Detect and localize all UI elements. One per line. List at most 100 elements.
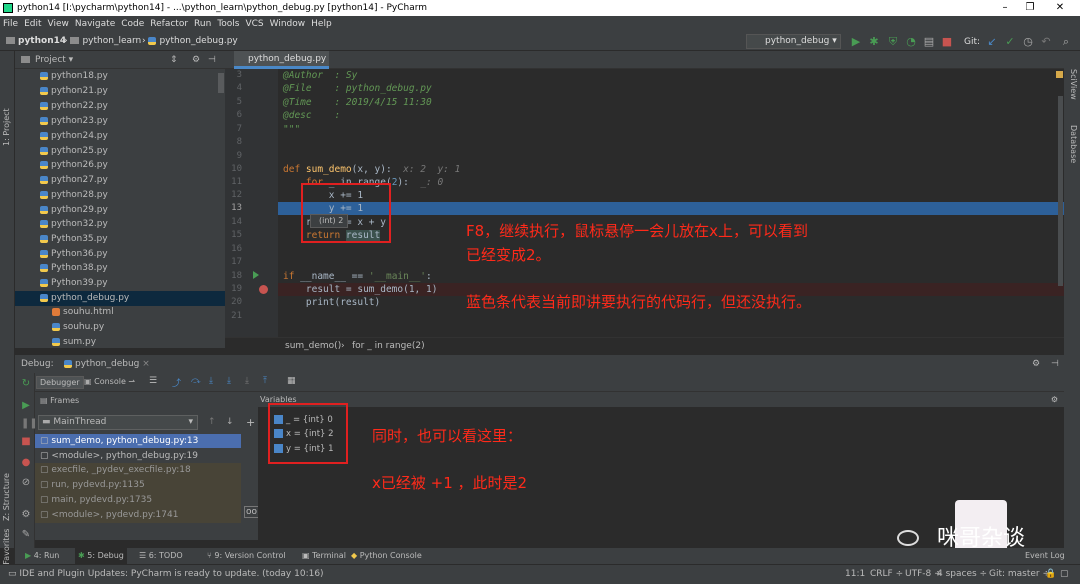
rerun-icon[interactable]: ↻	[21, 379, 31, 389]
previous-frame-icon[interactable]: ↑	[208, 417, 216, 427]
project-view-select[interactable]: Project ▾	[35, 51, 73, 69]
breadcrumb-folder[interactable]: › python_learn	[64, 32, 141, 51]
breadcrumb-loop[interactable]: for _ in range(2)	[352, 338, 425, 355]
show-execution-point-icon[interactable]: ⤴	[172, 376, 181, 389]
menu-navigate[interactable]: Navigate	[72, 16, 118, 32]
tab-run[interactable]: ▶ 4: Run	[25, 548, 59, 564]
breadcrumb-function[interactable]: sum_demo()	[285, 338, 341, 355]
vcs-commit-icon[interactable]: ✓	[1004, 36, 1016, 48]
debug-config-tab[interactable]: python_debug ×	[64, 355, 150, 374]
editor-scrollbar[interactable]	[1058, 96, 1063, 286]
tree-file-python28[interactable]: python28.py	[40, 188, 108, 203]
event-log-button[interactable]: Event Log	[1025, 548, 1065, 564]
step-over-icon[interactable]: ⤼	[191, 376, 201, 386]
gear-icon[interactable]: ⚙	[1032, 355, 1040, 374]
menu-tools[interactable]: Tools	[214, 16, 242, 32]
force-step-into-icon[interactable]: ⤓	[245, 376, 249, 386]
breakpoint-icon[interactable]	[259, 285, 268, 294]
tab-todo[interactable]: ☰ 6: TODO	[139, 548, 183, 564]
git-branch[interactable]: Git: master ÷	[989, 565, 1050, 583]
menu-refactor[interactable]: Refactor	[147, 16, 191, 32]
run-icon[interactable]: ▶	[850, 36, 862, 48]
resume-icon[interactable]: ▶	[21, 401, 31, 411]
tree-file-python39[interactable]: Python39.py	[40, 276, 108, 291]
pause-icon[interactable]: ❚❚	[21, 419, 38, 429]
tree-file-python29[interactable]: python29.py	[40, 203, 108, 218]
maximize-button[interactable]: ❐	[1015, 0, 1045, 16]
indent-setting[interactable]: 4 spaces ÷	[937, 565, 987, 583]
frame-item[interactable]: ▢ run, pydevd.py:1135	[40, 478, 145, 492]
database-tool-label[interactable]: Database	[1069, 125, 1078, 163]
tree-file-python24[interactable]: python24.py	[40, 129, 108, 144]
menu-file[interactable]: File	[0, 16, 21, 32]
menu-view[interactable]: View	[45, 16, 72, 32]
tree-file-python25[interactable]: python25.py	[40, 144, 108, 159]
run-config-select[interactable]: python_debug ▾	[746, 34, 841, 49]
vcs-update-icon[interactable]: ↙	[986, 36, 998, 48]
close-button[interactable]: ✕	[1045, 0, 1075, 16]
view-breakpoints-icon[interactable]: ●	[21, 458, 31, 468]
project-scrollbar[interactable]	[218, 73, 224, 93]
settings-icon[interactable]: ⚙	[1051, 392, 1058, 407]
frame-item[interactable]: ▢ <module>, python_debug.py:19	[40, 449, 198, 463]
hide-icon[interactable]: ⊣	[208, 51, 216, 69]
run-gutter-icon[interactable]	[253, 271, 259, 279]
menu-edit[interactable]: Edit	[21, 16, 44, 32]
debug-icon[interactable]: ✱	[868, 36, 880, 48]
tree-file-sum[interactable]: sum.py	[52, 335, 96, 350]
tree-file-python23[interactable]: python23.py	[40, 114, 108, 129]
tree-file-python18[interactable]: python18.py	[40, 69, 108, 84]
layout-icon[interactable]: ☰	[149, 376, 157, 386]
vcs-rollback-icon[interactable]: ↶	[1040, 36, 1052, 48]
structure-tool-label[interactable]: Z: Structure	[2, 473, 11, 521]
new-watch-icon[interactable]: +	[246, 416, 255, 429]
tree-file-souhu-py[interactable]: souhu.py	[52, 320, 104, 335]
profile-icon[interactable]: ◔	[905, 36, 917, 48]
tab-debugger[interactable]: Debugger	[36, 376, 84, 389]
glasses-icon[interactable]: oo	[244, 506, 260, 518]
tab-debug[interactable]: ✱ 5: Debug	[75, 548, 127, 564]
thread-select[interactable]: ▬ MainThread ▾	[38, 415, 198, 430]
tree-file-python27[interactable]: python27.py	[40, 173, 108, 188]
tab-console[interactable]: ▣ Console ⇀	[84, 377, 135, 386]
frame-item[interactable]: ▢ execfile, _pydev_execfile.py:18	[40, 463, 191, 477]
menu-vcs[interactable]: VCS	[242, 16, 266, 32]
evaluate-expression-icon[interactable]: ▦	[287, 376, 296, 386]
project-tool-label[interactable]: 1: Project	[2, 108, 11, 146]
stop-icon[interactable]: ■	[941, 36, 953, 48]
tree-file-python21[interactable]: python21.py	[40, 84, 108, 99]
search-everywhere-icon[interactable]: ⌕	[1060, 36, 1072, 48]
close-tab-icon[interactable]: ×	[142, 359, 150, 369]
status-message[interactable]: ▭ IDE and Plugin Updates: PyCharm is rea…	[8, 565, 324, 583]
next-frame-icon[interactable]: ↓	[226, 417, 234, 427]
stop-debug-icon[interactable]: ■	[21, 437, 31, 447]
menu-run[interactable]: Run	[191, 16, 214, 32]
step-into-icon[interactable]: ⤓	[209, 376, 213, 386]
step-into-my-code-icon[interactable]: ⤓	[227, 376, 231, 386]
menu-help[interactable]: Help	[308, 16, 335, 32]
frame-item[interactable]: ▢ sum_demo, python_debug.py:13	[40, 434, 198, 448]
tree-file-souhu-html[interactable]: souhu.html	[52, 305, 114, 320]
sciview-tool-label[interactable]: SciView	[1069, 69, 1078, 100]
tree-file-python38[interactable]: Python38.py	[40, 261, 108, 276]
tab-version-control[interactable]: ⑂ 9: Version Control	[207, 548, 286, 564]
frame-item[interactable]: ▢ main, pydevd.py:1735	[40, 493, 152, 507]
mute-breakpoints-icon[interactable]: ⊘	[21, 478, 31, 488]
concurrency-icon[interactable]: ▤	[923, 36, 935, 48]
tree-file-python22[interactable]: python22.py	[40, 99, 108, 114]
tree-file-python35[interactable]: Python35.py	[40, 232, 108, 247]
tab-python-debug[interactable]: python_debug.py ×	[234, 51, 329, 80]
inspection-status-icon[interactable]	[1056, 71, 1063, 78]
collapse-icon[interactable]: ⇕	[170, 51, 178, 69]
pin-icon[interactable]: ✎	[21, 530, 31, 540]
step-out-icon[interactable]: ⤒	[263, 376, 267, 386]
breadcrumb-file[interactable]: › python_debug.py	[142, 32, 238, 51]
gear-icon[interactable]: ⚙	[192, 51, 200, 69]
coverage-icon[interactable]: ⛨	[887, 36, 899, 48]
settings-icon[interactable]: ⚙	[21, 510, 31, 520]
hide-icon[interactable]: ⊣	[1051, 355, 1059, 374]
menu-window[interactable]: Window	[267, 16, 309, 32]
tree-file-python36[interactable]: Python36.py	[40, 247, 108, 262]
breadcrumb-project[interactable]: python14	[6, 32, 66, 51]
menu-code[interactable]: Code	[118, 16, 147, 32]
